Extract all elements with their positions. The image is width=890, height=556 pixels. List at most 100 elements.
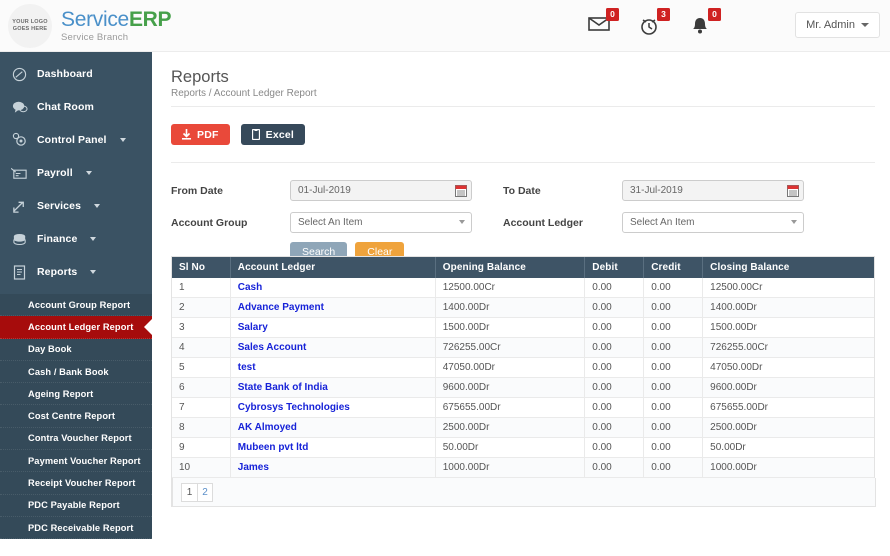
chevron-down-icon (90, 270, 97, 274)
pagination-page-1[interactable]: 1 (181, 482, 197, 502)
pagination-page-2[interactable]: 2 (197, 482, 213, 502)
column-header-closing-balance: Closing Balance (702, 257, 874, 278)
to-date-control (622, 180, 804, 201)
submenu-label: Account Ledger Report (28, 321, 134, 332)
sidebar-subitem-pdc-receivable-report[interactable]: PDC Receivable Report (0, 517, 152, 540)
submenu-label: Receipt Voucher Report (28, 478, 136, 489)
from-date-control (290, 180, 472, 201)
from-date-input[interactable] (290, 180, 472, 201)
sidebar-item-services[interactable]: Services (0, 195, 152, 217)
cell-credit: 0.00 (643, 437, 704, 458)
sidebar-item-chat-room[interactable]: Chat Room (0, 96, 152, 118)
sidebar-subitem-cost-centre-report[interactable]: Cost Centre Report (0, 405, 152, 428)
cell-credit: 0.00 (643, 357, 704, 378)
chat-icon (11, 100, 28, 115)
breadcrumb: Reports / Account Ledger Report (171, 88, 317, 99)
account-ledger-select[interactable]: Select An Item (622, 212, 804, 233)
cell-account-ledger: Salary (230, 317, 436, 338)
brand-erp-text: ERP (128, 7, 172, 31)
account-ledger-control: Select An Item (622, 212, 804, 233)
sidebar-item-finance[interactable]: Finance (0, 228, 152, 250)
export-pdf-button[interactable]: PDF (171, 124, 230, 145)
table-body: 1 Cash 12500.00Cr 0.00 0.00 12500.00Cr 2… (172, 278, 874, 478)
sidebar-subitem-ageing-report[interactable]: Ageing Report (0, 383, 152, 406)
cell-closing-balance: 47050.00Dr (702, 357, 874, 378)
export-excel-button[interactable]: Excel (240, 124, 306, 145)
cell-debit: 0.00 (584, 317, 645, 338)
cell-credit: 0.00 (643, 297, 704, 318)
ledger-link[interactable]: State Bank of India (238, 382, 328, 393)
sidebar-label-services: Services (37, 200, 82, 212)
cell-closing-balance: 726255.00Cr (702, 337, 874, 358)
cell-credit: 0.00 (643, 377, 704, 398)
column-header-sl-no: Sl No (172, 257, 231, 278)
cell-sl-no: 3 (172, 317, 231, 338)
calendar-icon[interactable] (787, 184, 799, 197)
ledger-link[interactable]: James (238, 462, 269, 473)
column-header-opening-balance: Opening Balance (435, 257, 586, 278)
sidebar-item-payroll[interactable]: Payroll (0, 162, 152, 184)
sidebar-item-dashboard[interactable]: Dashboard (0, 63, 152, 85)
sidebar-subitem-cash-bank-book[interactable]: Cash / Bank Book (0, 361, 152, 384)
main-content: Reports Reports / Account Ledger Report … (152, 52, 890, 556)
sidebar-subitem-pdc-payable-report[interactable]: PDC Payable Report (0, 495, 152, 517)
account-group-select[interactable]: Select An Item (290, 212, 472, 233)
sidebar-item-control-panel[interactable]: Control Panel (0, 129, 152, 151)
table-row: 7 Cybrosys Technologies 675655.00Dr 0.00… (172, 397, 874, 418)
alarm-badge: 3 (657, 8, 670, 21)
header-icon-group: 0 3 0 (588, 8, 721, 39)
to-date-input[interactable] (622, 180, 804, 201)
export-pdf-label: PDF (197, 128, 219, 141)
cell-opening-balance: 675655.00Dr (435, 397, 586, 418)
cell-opening-balance: 50.00Dr (435, 437, 586, 458)
table-row: 5 test 47050.00Dr 0.00 0.00 47050.00Dr (172, 357, 874, 378)
bell-icon-button[interactable]: 0 (690, 8, 721, 39)
sidebar-subitem-payment-voucher-report[interactable]: Payment Voucher Report (0, 450, 152, 473)
user-menu-button[interactable]: Mr. Admin (795, 12, 880, 38)
sidebar-subitem-contra-voucher-report[interactable]: Contra Voucher Report (0, 428, 152, 451)
ledger-link[interactable]: Cash (238, 282, 262, 293)
ledger-link[interactable]: AK Almoyed (238, 422, 297, 433)
cell-credit: 0.00 (643, 417, 704, 438)
chevron-down-icon (90, 237, 97, 241)
cell-account-ledger: James (230, 457, 436, 478)
ledger-link[interactable]: test (238, 362, 256, 373)
cell-sl-no: 9 (172, 437, 231, 458)
submenu-label: Day Book (28, 344, 72, 355)
cell-credit: 0.00 (643, 317, 704, 338)
calendar-icon[interactable] (455, 184, 467, 197)
sidebar-subitem-receipt-voucher-report[interactable]: Receipt Voucher Report (0, 472, 152, 495)
ledger-link[interactable]: Salary (238, 322, 268, 333)
mail-icon-button[interactable]: 0 (588, 8, 619, 39)
table-row: 3 Salary 1500.00Dr 0.00 0.00 1500.00Dr (172, 317, 874, 338)
cell-closing-balance: 1400.00Dr (702, 297, 874, 318)
cell-debit: 0.00 (584, 377, 645, 398)
cell-opening-balance: 1400.00Dr (435, 297, 586, 318)
sidebar-item-reports[interactable]: Reports (0, 261, 152, 283)
filter-row-dates: From Date To Date (171, 178, 875, 203)
application-window: YOUR LOGO GOES HERE ServiceERP Service B… (0, 0, 890, 556)
sidebar-subitem-account-group-report[interactable]: Account Group Report (0, 294, 152, 317)
ledger-link[interactable]: Cybrosys Technologies (238, 402, 350, 413)
submenu-label: Ageing Report (28, 388, 94, 399)
cell-sl-no: 1 (172, 278, 231, 298)
cell-opening-balance: 1500.00Dr (435, 317, 586, 338)
ledger-link[interactable]: Sales Account (238, 342, 307, 353)
table-row: 10 James 1000.00Dr 0.00 0.00 1000.00Dr (172, 457, 874, 478)
ledger-link[interactable]: Mubeen pvt ltd (238, 442, 309, 453)
cell-account-ledger: Advance Payment (230, 297, 436, 318)
cell-closing-balance: 12500.00Cr (702, 278, 874, 298)
alarm-clock-icon-button[interactable]: 3 (639, 8, 670, 39)
cell-closing-balance: 9600.00Dr (702, 377, 874, 398)
sidebar-subitem-day-book[interactable]: Day Book (0, 339, 152, 361)
sidebar-subitem-account-ledger-report[interactable]: Account Ledger Report (0, 316, 152, 339)
ledger-link[interactable]: Advance Payment (238, 302, 324, 313)
report-document-icon (11, 264, 28, 280)
page-title: Reports (171, 68, 229, 86)
gear-icon (11, 132, 28, 148)
table-header-row: Sl No Account Ledger Opening Balance Deb… (172, 257, 874, 278)
